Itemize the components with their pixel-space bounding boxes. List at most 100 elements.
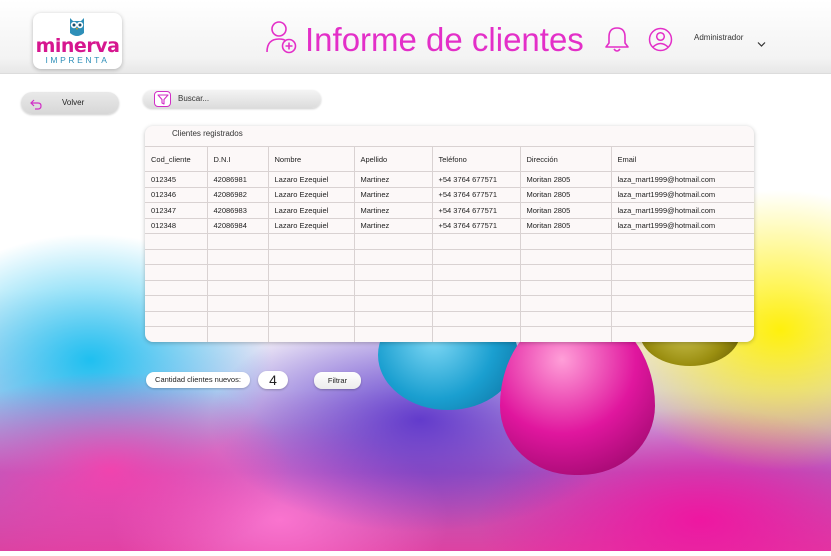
table-row[interactable]: 012345 42086981 Lazaro Ezequiel Martinez +54… <box>145 171 754 188</box>
clients-table-card: Clientes registrados Cod_cliente D.N.I N… <box>145 126 754 342</box>
column-header[interactable]: Teléfono <box>432 146 521 172</box>
table-cell <box>432 233 521 250</box>
table-cell: 012347 <box>145 202 208 219</box>
table-cell: Moritan 2805 <box>520 171 612 188</box>
filter-funnel-icon[interactable] <box>154 91 171 107</box>
table-cell <box>520 295 612 312</box>
empty-table-row <box>145 280 754 296</box>
table-cell <box>611 233 754 250</box>
table-cell <box>207 326 269 342</box>
table-cell: 012348 <box>145 218 208 234</box>
table-cell: Martinez <box>354 187 433 203</box>
bottom-edge <box>0 551 831 556</box>
clients-table: Cod_cliente D.N.I Nombre Apellido Teléfo… <box>145 146 754 342</box>
table-cell <box>145 326 208 342</box>
table-cell: 42086982 <box>207 187 269 203</box>
table-cell <box>268 311 355 327</box>
table-cell: +54 3764 677571 <box>432 202 521 219</box>
column-header[interactable]: Nombre <box>268 146 355 172</box>
table-cell <box>432 311 521 327</box>
empty-table-row <box>145 326 754 342</box>
table-cell <box>268 295 355 312</box>
table-cell: 42086981 <box>207 171 269 188</box>
table-cell <box>520 264 612 281</box>
new-clients-count-value: 4 <box>258 371 288 389</box>
table-cell <box>268 280 355 296</box>
table-cell <box>520 311 612 327</box>
table-cell <box>145 311 208 327</box>
table-header-row: Cod_cliente D.N.I Nombre Apellido Teléfo… <box>145 146 754 172</box>
brand-subtitle: IMPRENTA <box>45 55 110 65</box>
table-cell: Martinez <box>354 218 433 234</box>
table-cell <box>520 326 612 342</box>
filter-button[interactable]: Filtrar <box>314 372 361 389</box>
search-input[interactable]: Buscar... <box>143 90 321 108</box>
search-placeholder: Buscar... <box>178 94 210 103</box>
table-cell: Lazaro Ezequiel <box>268 202 355 219</box>
table-cell <box>520 249 612 265</box>
table-cell <box>611 249 754 265</box>
add-user-icon <box>266 20 298 59</box>
empty-table-row <box>145 311 754 327</box>
brand-name: minerva <box>35 35 120 57</box>
chevron-down-icon[interactable] <box>757 35 766 53</box>
table-cell: Moritan 2805 <box>520 187 612 203</box>
empty-table-row <box>145 233 754 250</box>
table-cell <box>520 280 612 296</box>
table-cell <box>611 280 754 296</box>
table-cell <box>432 249 521 265</box>
column-header[interactable]: Dirección <box>520 146 612 172</box>
column-header[interactable]: Cod_cliente <box>145 146 208 172</box>
bell-icon[interactable] <box>604 25 630 58</box>
table-cell: 012345 <box>145 171 208 188</box>
table-cell <box>611 326 754 342</box>
table-cell: 42086984 <box>207 218 269 234</box>
table-cell <box>268 249 355 265</box>
table-cell <box>354 264 433 281</box>
table-cell: 42086983 <box>207 202 269 219</box>
table-cell: laza_mart1999@hotmail.com <box>611 171 754 188</box>
table-cell <box>207 280 269 296</box>
table-cell: +54 3764 677571 <box>432 171 521 188</box>
table-cell: laza_mart1999@hotmail.com <box>611 218 754 234</box>
back-button[interactable]: Volver <box>21 92 119 114</box>
table-row[interactable]: 012348 42086984 Lazaro Ezequiel Martinez +54… <box>145 218 754 234</box>
table-cell <box>207 233 269 250</box>
table-cell <box>145 264 208 281</box>
table-cell: laza_mart1999@hotmail.com <box>611 187 754 203</box>
table-row[interactable]: 012346 42086982 Lazaro Ezequiel Martinez +54… <box>145 187 754 203</box>
table-cell: laza_mart1999@hotmail.com <box>611 202 754 219</box>
table-row[interactable]: 012347 42086983 Lazaro Ezequiel Martinez +54… <box>145 202 754 219</box>
user-menu-label[interactable]: Administrador <box>694 33 743 43</box>
column-header[interactable]: Email <box>611 146 754 172</box>
table-cell <box>207 249 269 265</box>
table-cell <box>354 280 433 296</box>
table-cell <box>432 280 521 296</box>
table-cell <box>145 280 208 296</box>
return-arrow-icon <box>30 97 42 115</box>
table-caption: Clientes registrados <box>172 129 243 138</box>
user-circle-icon[interactable] <box>648 27 673 57</box>
app-header: minerva IMPRENTA Informe de clientes Adm… <box>0 0 831 74</box>
table-cell: Lazaro Ezequiel <box>268 171 355 188</box>
table-cell <box>207 264 269 281</box>
empty-table-row <box>145 249 754 265</box>
table-cell <box>354 249 433 265</box>
table-cell: Lazaro Ezequiel <box>268 218 355 234</box>
brand-logo[interactable]: minerva IMPRENTA <box>33 13 122 69</box>
column-header[interactable]: D.N.I <box>207 146 269 172</box>
table-cell <box>354 233 433 250</box>
table-cell: 012346 <box>145 187 208 203</box>
table-cell: Martinez <box>354 202 433 219</box>
table-cell <box>432 326 521 342</box>
table-cell <box>520 233 612 250</box>
new-clients-count-label: Cantidad clientes nuevos: <box>146 372 250 388</box>
table-cell <box>145 249 208 265</box>
table-cell <box>611 264 754 281</box>
table-cell <box>611 295 754 312</box>
column-header[interactable]: Apellido <box>354 146 433 172</box>
back-button-label: Volver <box>62 98 85 107</box>
table-cell <box>145 295 208 312</box>
table-cell <box>354 326 433 342</box>
table-cell <box>354 311 433 327</box>
